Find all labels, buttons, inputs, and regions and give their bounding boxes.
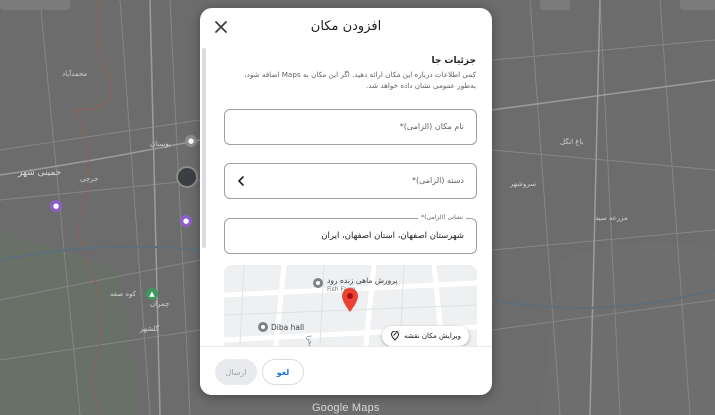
address-field[interactable]: نشانی (الزامی)* شهرستان اصفهان، استان اص…: [224, 214, 477, 254]
map-label-chamran: چمران: [150, 300, 170, 308]
edit-map-location-button[interactable]: ویرایش مکان نقشه: [382, 326, 469, 346]
map-label-kuhsangi: کوه صفه: [110, 290, 137, 298]
map-poi-green-icon[interactable]: ▲: [146, 288, 158, 300]
dialog-header: افزودن مکان: [200, 8, 492, 46]
address-label: نشانی (الزامی)*: [418, 214, 466, 221]
map-user-photo-pin[interactable]: [176, 166, 198, 188]
map-label-bustan: بوستان: [150, 140, 171, 148]
map-top-control-far-right[interactable]: [680, 0, 715, 10]
add-place-dialog: افزودن مکان جزئیات جا کمی اطلاعات درباره…: [200, 8, 492, 395]
diba-hall-poi-icon: [258, 322, 268, 332]
details-section-description: کمی اطلاعات درباره این مکان ارائه دهید. …: [244, 70, 476, 90]
map-label-isfahan-right: سروشهر: [510, 180, 537, 188]
map-top-control-right[interactable]: [540, 0, 570, 10]
poi-fish-farm-label: پرورش ماهی زنده رود: [327, 276, 398, 285]
location-map-preview[interactable]: پرورش ماهی زنده رود Fish Farm Diba hall …: [224, 265, 477, 354]
dialog-footer: ارسال لغو: [200, 346, 492, 395]
chevron-left-icon: [238, 176, 244, 186]
category-field[interactable]: دسته (الزامی)*: [224, 163, 477, 199]
map-label-golshahr: گلشهر: [140, 325, 159, 333]
dialog-title: افزودن مکان: [310, 19, 382, 34]
cancel-button[interactable]: لغو: [262, 359, 304, 385]
dialog-body: جزئیات جا کمی اطلاعات درباره این مکان ار…: [200, 46, 492, 354]
map-label-khomeini-shahr: خمینی شهر: [18, 168, 62, 178]
place-name-field[interactable]: نام مکان (الزامی)*: [224, 109, 477, 145]
address-value: شهرستان اصفهان، استان اصفهان، ایران: [321, 231, 464, 241]
send-button[interactable]: ارسال: [215, 359, 257, 385]
location-pin-icon[interactable]: [342, 288, 358, 312]
map-label-mohammadabad: محمدآباد: [62, 70, 88, 78]
fish-farm-poi-icon: [313, 278, 323, 288]
map-top-control-left[interactable]: [0, 0, 70, 10]
map-label-mazraeh: مزرعه سید: [595, 214, 628, 222]
place-name-placeholder: نام مکان (الزامی)*: [399, 122, 464, 131]
edit-location-label: ویرایش مکان نقشه: [404, 332, 461, 340]
edit-location-icon: [391, 331, 400, 341]
details-section-title: جزئیات جا: [431, 56, 476, 66]
map-label-jarchi: جرچی: [80, 175, 99, 183]
poi-diba-hall-label: Diba hall: [271, 323, 305, 332]
map-poi-purple-icon-2[interactable]: ●: [180, 215, 192, 227]
map-label-bag-angel: باغ انگل: [560, 138, 584, 146]
google-maps-logo: Google Maps: [312, 402, 380, 414]
category-placeholder: دسته (الزامی)*: [411, 176, 464, 185]
map-poi-purple-icon[interactable]: ●: [50, 200, 62, 212]
map-poi-gray-icon[interactable]: ●: [185, 135, 197, 147]
